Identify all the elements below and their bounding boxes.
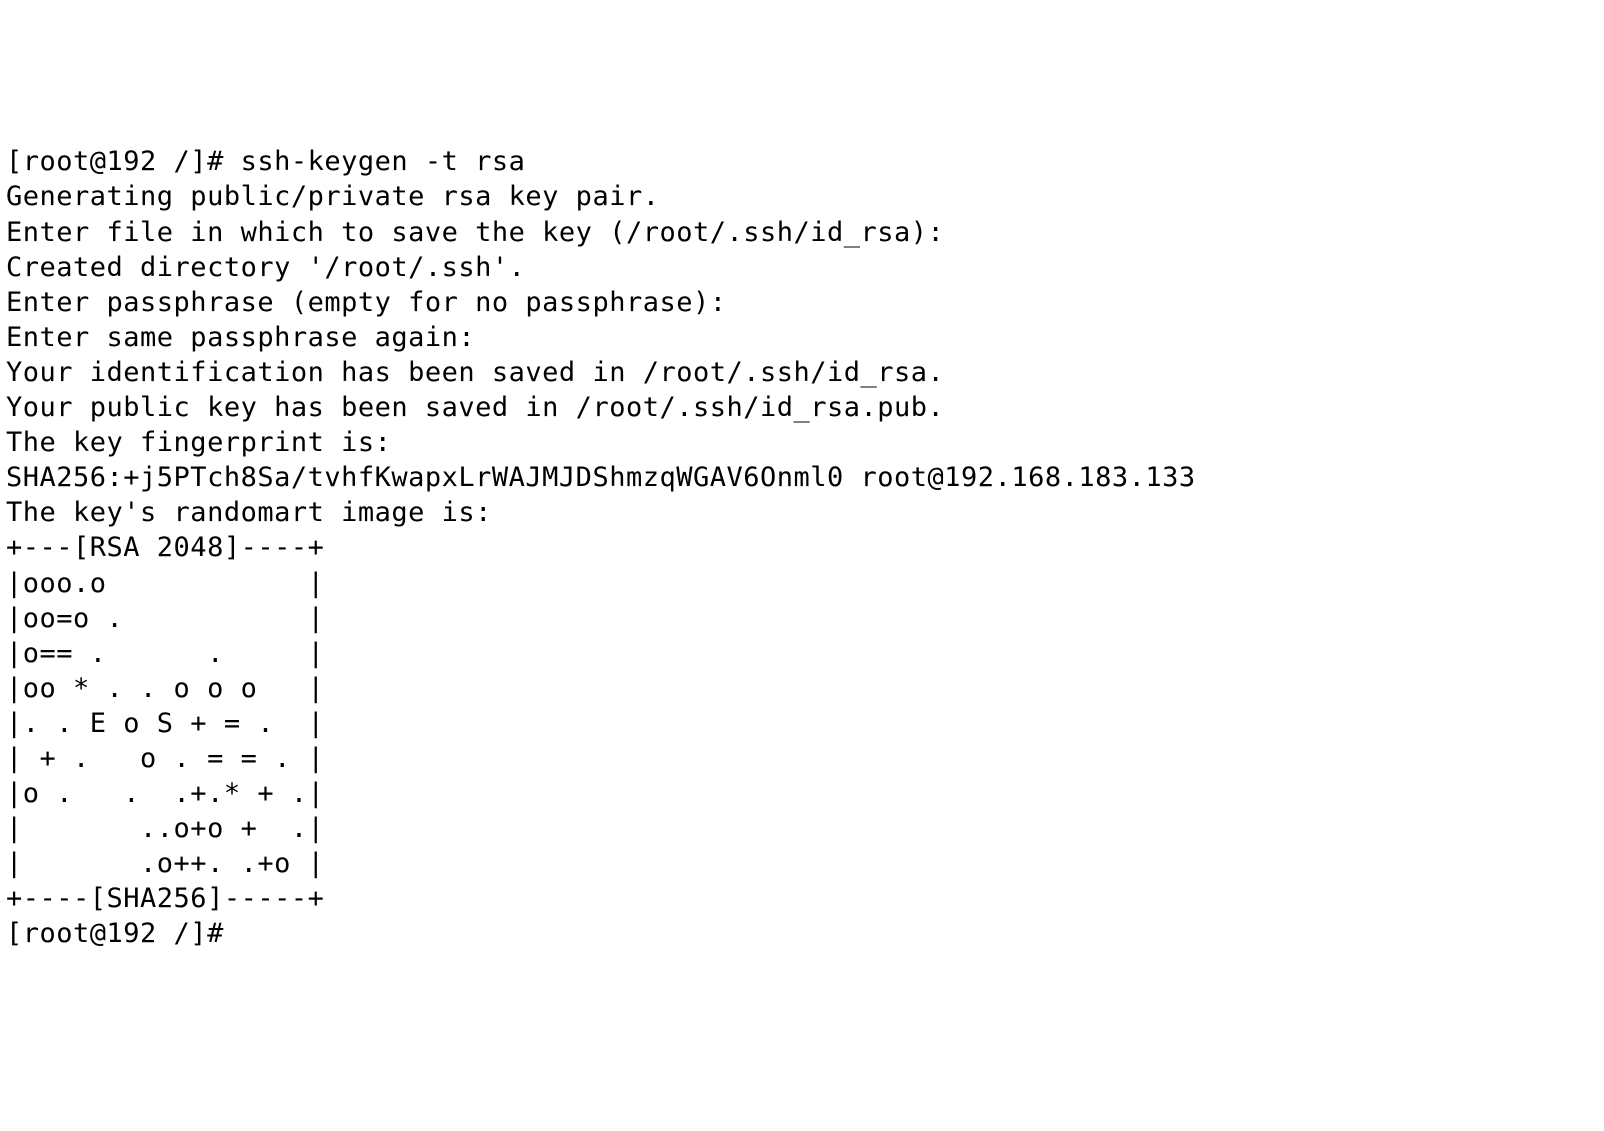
output-text: |oo=o . | <box>6 603 324 634</box>
terminal-output[interactable]: [root@192 /]# ssh-keygen -t rsaGeneratin… <box>6 144 1598 951</box>
terminal-line: Enter file in which to save the key (/ro… <box>6 215 1598 250</box>
output-text: The key fingerprint is: <box>6 427 391 458</box>
output-text: |o . . .+.* + .| <box>6 778 324 809</box>
terminal-line: Enter passphrase (empty for no passphras… <box>6 285 1598 320</box>
output-text: +----[SHA256]-----+ <box>6 883 324 914</box>
output-text: |. . E o S + = . | <box>6 708 324 739</box>
output-text: | + . o . = = . | <box>6 743 324 774</box>
terminal-line: |. . E o S + = . | <box>6 706 1598 741</box>
terminal-line: +---[RSA 2048]----+ <box>6 530 1598 565</box>
terminal-line: The key's randomart image is: <box>6 495 1598 530</box>
shell-command: ssh-keygen -t rsa <box>241 146 526 177</box>
shell-prompt: [root@192 /]# <box>6 918 241 949</box>
terminal-line: |ooo.o | <box>6 566 1598 601</box>
output-text: Created directory '/root/.ssh'. <box>6 252 525 283</box>
output-text: +---[RSA 2048]----+ <box>6 532 324 563</box>
output-text: | ..o+o + .| <box>6 813 324 844</box>
output-text: Your public key has been saved in /root/… <box>6 392 944 423</box>
terminal-line: |o== . . | <box>6 636 1598 671</box>
output-text: |o== . . | <box>6 638 324 669</box>
output-text: Your identification has been saved in /r… <box>6 357 944 388</box>
output-text: The key's randomart image is: <box>6 497 492 528</box>
output-text: Enter same passphrase again: <box>6 322 475 353</box>
output-text: Enter file in which to save the key (/ro… <box>6 217 944 248</box>
terminal-line: |oo * . . o o o | <box>6 671 1598 706</box>
terminal-line: [root@192 /]# <box>6 916 1598 951</box>
terminal-line: SHA256:+j5PTch8Sa/tvhfKwapxLrWAJMJDShmzq… <box>6 460 1598 495</box>
shell-prompt: [root@192 /]# <box>6 146 241 177</box>
terminal-line: The key fingerprint is: <box>6 425 1598 460</box>
terminal-line: [root@192 /]# ssh-keygen -t rsa <box>6 144 1598 179</box>
terminal-line: |o . . .+.* + .| <box>6 776 1598 811</box>
output-text: Enter passphrase (empty for no passphras… <box>6 287 726 318</box>
terminal-line: | .o++. .+o | <box>6 846 1598 881</box>
terminal-line: Your public key has been saved in /root/… <box>6 390 1598 425</box>
terminal-line: Enter same passphrase again: <box>6 320 1598 355</box>
terminal-line: Created directory '/root/.ssh'. <box>6 250 1598 285</box>
output-text: SHA256:+j5PTch8Sa/tvhfKwapxLrWAJMJDShmzq… <box>6 462 1196 493</box>
output-text: |oo * . . o o o | <box>6 673 324 704</box>
output-text: |ooo.o | <box>6 568 324 599</box>
output-text: | .o++. .+o | <box>6 848 324 879</box>
terminal-line: |oo=o . | <box>6 601 1598 636</box>
terminal-line: +----[SHA256]-----+ <box>6 881 1598 916</box>
output-text: Generating public/private rsa key pair. <box>6 181 659 212</box>
terminal-line: | ..o+o + .| <box>6 811 1598 846</box>
terminal-line: Your identification has been saved in /r… <box>6 355 1598 390</box>
terminal-line: Generating public/private rsa key pair. <box>6 179 1598 214</box>
terminal-line: | + . o . = = . | <box>6 741 1598 776</box>
